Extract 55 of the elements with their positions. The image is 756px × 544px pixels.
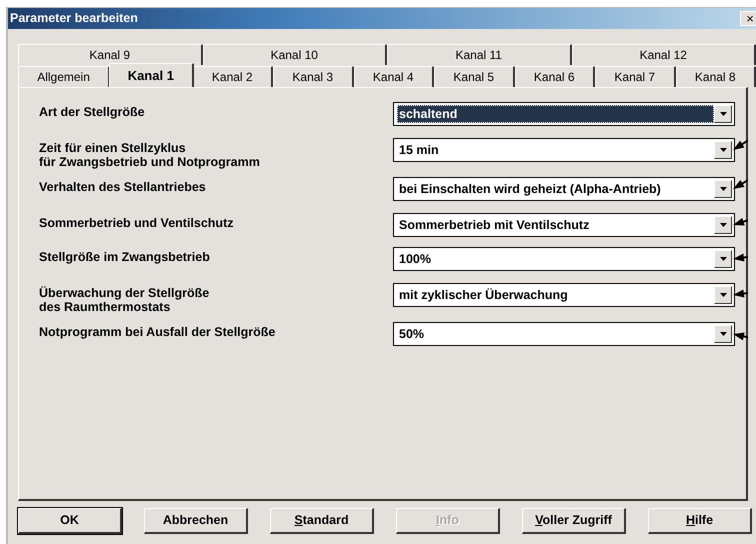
tab[interactable]: Kanal 1 (109, 63, 194, 87)
tab[interactable]: Kanal 7 (595, 66, 676, 87)
dropdown-value: 15 min (398, 142, 440, 159)
dropdown-button[interactable] (714, 286, 732, 304)
dropdown[interactable]: 50% (393, 322, 735, 346)
parameter-label: Überwachung der Stellgröße des Raumthermostats (39, 285, 210, 314)
parameter-label: Verhalten des Stellantriebes (39, 179, 207, 194)
tab[interactable]: Kanal 5 (434, 66, 514, 87)
dropdown-value: Sommerbetrieb mit Ventilschutz (398, 217, 590, 234)
tab[interactable]: Kanal 10 (202, 44, 387, 65)
dialog-button[interactable]: Voller Zugriff (522, 508, 626, 534)
tab[interactable]: Kanal 11 (387, 44, 572, 65)
dropdown-value: mit zyklischer Überwachung (398, 287, 569, 304)
dropdown[interactable]: 15 min (393, 138, 735, 162)
caret-icon (720, 332, 726, 336)
dropdown-button[interactable] (714, 180, 732, 198)
tab[interactable]: Kanal 3 (273, 66, 354, 87)
parameter-label: Zeit für einen Stellzyklus für Zwangsbetrieb und Notprogramm (39, 140, 261, 169)
caret-icon (720, 223, 726, 227)
tab[interactable]: Allgemein (18, 66, 110, 87)
tab[interactable]: Kanal 8 (676, 66, 756, 87)
dropdown-button[interactable] (714, 105, 732, 123)
dropdown[interactable]: Sommerbetrieb mit Ventilschutz (393, 213, 735, 237)
dropdown[interactable]: bei Einschalten wird geheizt (Alpha-Antrieb) (393, 177, 735, 201)
dropdown-value: 50% (398, 326, 426, 343)
dialog-button[interactable]: Hilfe (648, 508, 752, 534)
dropdown-button[interactable] (714, 216, 732, 234)
tab[interactable]: Kanal 9 (18, 44, 202, 65)
dropdown[interactable]: schaltend (393, 102, 735, 126)
tab[interactable]: Kanal 4 (354, 66, 434, 87)
dialog-button[interactable]: OK (18, 508, 122, 534)
tab[interactable]: Kanal 12 (572, 44, 756, 65)
tab[interactable]: Kanal 6 (514, 66, 595, 87)
dropdown[interactable]: 100% (393, 247, 735, 271)
dropdown-value: 100% (398, 251, 432, 268)
parameter-label: Art der Stellgröße (39, 104, 146, 119)
parameter-label: Stellgröße im Zwangsbetrieb (39, 249, 211, 264)
tab[interactable]: Kanal 2 (192, 66, 273, 87)
caret-icon (720, 257, 726, 261)
parameter-label: Notprogramm bei Ausfall der Stellgröße (39, 324, 276, 339)
dialog-button[interactable]: Abbrechen (144, 508, 248, 534)
caret-icon (720, 112, 726, 116)
dropdown-value: bei Einschalten wird geheizt (Alpha-Antrieb) (398, 181, 662, 198)
close-button[interactable]: × (740, 11, 756, 26)
dropdown-value: schaltend (397, 105, 714, 123)
dropdown-button[interactable] (714, 141, 732, 159)
caret-icon (720, 187, 726, 191)
dropdown[interactable]: mit zyklischer Überwachung (393, 283, 735, 307)
parameter-label: Sommerbetrieb und Ventilschutz (39, 215, 234, 230)
caret-icon (720, 148, 726, 152)
dropdown-button[interactable] (714, 250, 732, 268)
window-title: Parameter bearbeiten (9, 10, 138, 28)
dialog-button[interactable]: Standard (270, 508, 374, 534)
dropdown-button[interactable] (714, 325, 732, 343)
caret-icon (720, 293, 726, 297)
